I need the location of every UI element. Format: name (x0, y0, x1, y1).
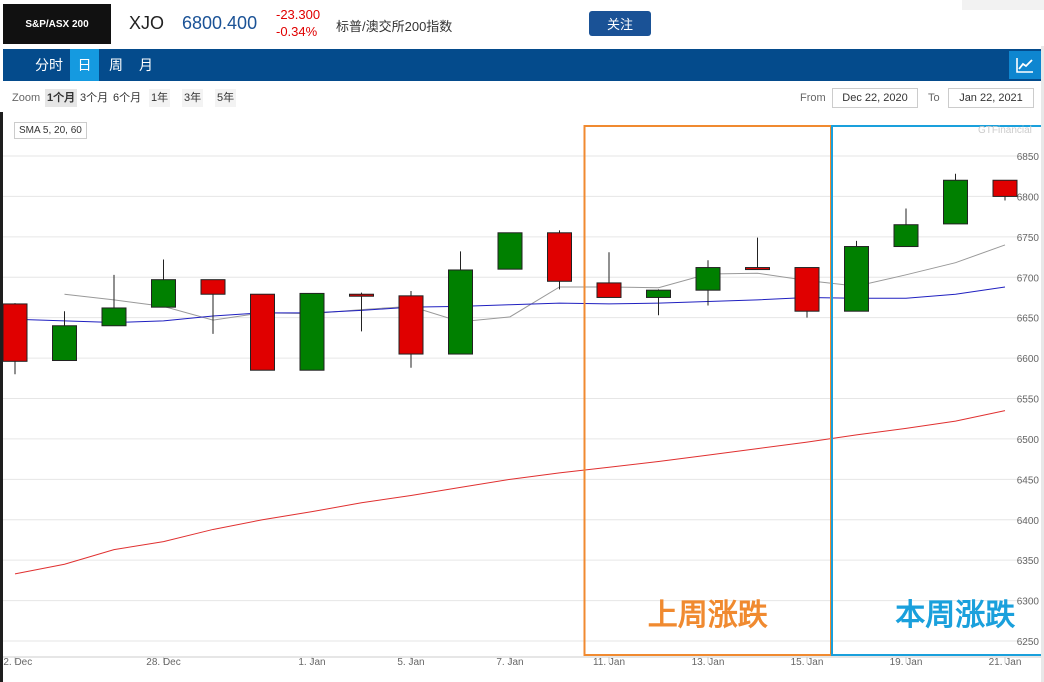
candle-body (695, 267, 721, 291)
chart-credit: GTFinancial (978, 125, 1032, 136)
x-tick-label: 21. Jan (989, 657, 1022, 668)
x-tick-label: 28. Dec (146, 657, 180, 668)
sma-line-60 (14, 410, 1006, 575)
candle-body (151, 279, 176, 308)
to-date-input[interactable]: Jan 22, 2021 (948, 88, 1034, 108)
index-logo: S&P/ASX 200 (3, 4, 111, 44)
y-tick-label: 6600 (1017, 354, 1040, 365)
annotation-label: 本周涨跌 (895, 598, 1015, 633)
x-tick-label: 19. Jan (890, 657, 923, 668)
follow-button[interactable]: 关注 (589, 11, 651, 36)
zoom-label: Zoom (12, 92, 41, 104)
zoom-3y-button[interactable]: 3年 (182, 89, 204, 107)
from-label: From (800, 92, 826, 104)
zoom-3m-button[interactable]: 3个月 (78, 89, 110, 107)
x-tick-label: 11. Jan (593, 657, 625, 668)
candle-body (794, 267, 820, 312)
candle-body (992, 179, 1018, 197)
quote-header: S&P/ASX 200 XJO 6800.400 -23.300 -0.34% … (0, 0, 1044, 48)
price-change: -23.300 (276, 7, 321, 22)
candlestick-chart: 6250 6300 6350 6400 6450 6500 6550 6600 6650 6700… (3, 125, 1041, 668)
zoom-5y-button[interactable]: 5年 (215, 89, 237, 107)
tab-intraday[interactable]: 分时 (29, 49, 69, 81)
y-tick-label: 6400 (1017, 516, 1040, 527)
candle-body (349, 293, 374, 297)
zoom-1m-button[interactable]: 1个月 (45, 89, 78, 107)
y-tick-label: 6550 (1017, 395, 1040, 406)
candle-body (250, 293, 275, 371)
line-chart-icon[interactable] (1009, 51, 1041, 79)
y-tick-label: 6650 (1017, 314, 1040, 325)
y-tick-label: 6450 (1017, 475, 1040, 486)
candle-body (745, 267, 770, 271)
y-tick-label: 6350 (1017, 556, 1040, 567)
candle-body (547, 232, 572, 282)
candle-body (3, 303, 28, 362)
candle-body (52, 325, 77, 362)
from-date-input[interactable]: Dec 22, 2020 (832, 88, 918, 108)
tab-daily[interactable]: 日 (70, 49, 99, 81)
x-tick-label: 5. Jan (397, 657, 424, 668)
last-price: 6800.400 (182, 13, 258, 33)
ticker-symbol: XJO (129, 13, 165, 33)
y-tick-label: 6850 (1017, 152, 1040, 163)
candle-body (646, 289, 671, 298)
annotation-label: 上周涨跌 (648, 598, 768, 633)
candle-body (844, 246, 869, 312)
zoom-6m-button[interactable]: 6个月 (111, 89, 143, 107)
candle-body (448, 269, 473, 355)
tab-weekly[interactable]: 周 (102, 49, 130, 81)
zoom-toolbar: Zoom 1个月 3个月 6个月 1年 3年 5年 From Dec 22, 2… (0, 86, 1044, 112)
candle-body (398, 295, 424, 355)
sma-indicator-label[interactable]: SMA 5, 20, 60 (14, 122, 87, 139)
price-change-percent: -0.34% (276, 24, 318, 39)
y-tick-label: 6250 (1017, 637, 1040, 648)
annotation-box (831, 125, 1041, 656)
y-tick-label: 6800 (1017, 192, 1040, 203)
candle-body (497, 232, 523, 270)
tab-monthly[interactable]: 月 (132, 49, 160, 81)
faded-header-strip (962, 0, 1044, 10)
x-tick-label: 1. Jan (298, 657, 325, 668)
index-name: 标普/澳交所200指数 (336, 19, 453, 34)
x-tick-label: 15. Jan (791, 657, 824, 668)
candle-body (200, 279, 226, 295)
y-tick-label: 6500 (1017, 435, 1040, 446)
annotation-box (583, 125, 832, 656)
y-tick-label: 6300 (1017, 597, 1040, 608)
candle-body (596, 282, 622, 298)
x-tick-label: 7. Jan (496, 657, 523, 668)
y-tick-label: 6700 (1017, 273, 1040, 284)
period-tabs-bar: 分时 日 周 月 (3, 49, 1041, 81)
candle-body (101, 307, 127, 327)
candle-body (943, 179, 968, 225)
candle-body (893, 224, 919, 248)
candle-body (299, 292, 325, 371)
x-tick-label: 22. Dec (3, 657, 32, 668)
zoom-1y-button[interactable]: 1年 (149, 89, 171, 107)
to-label: To (928, 92, 940, 104)
x-tick-label: 13. Jan (692, 657, 725, 668)
y-tick-label: 6750 (1017, 233, 1040, 244)
